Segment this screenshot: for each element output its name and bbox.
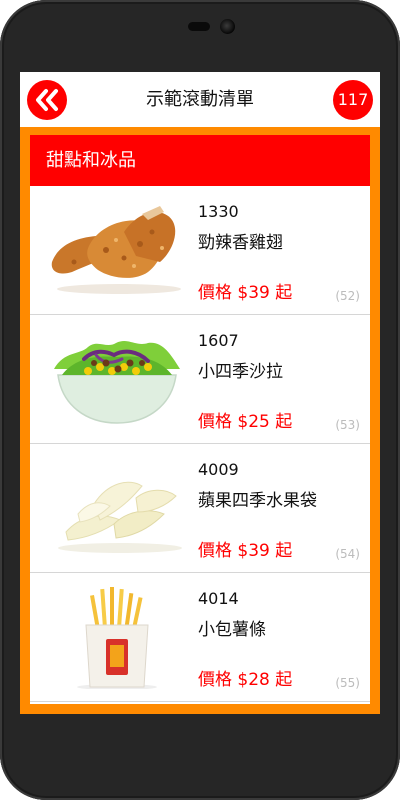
fried-chicken-wings-icon	[51, 206, 181, 294]
menu-list[interactable]: 1330 勁辣香雞翅 價格 $39 起 (52) 1607 小四季沙拉 價格 $…	[30, 186, 370, 704]
item-count-badge: 117	[333, 80, 373, 120]
item-price: 價格 $25 起	[198, 412, 293, 432]
item-price: 價格 $39 起	[198, 283, 293, 303]
item-name: 勁辣香雞翅	[198, 233, 283, 253]
list-item[interactable]: 1607 小四季沙拉 價格 $25 起 (53)	[30, 315, 370, 444]
item-index: (55)	[335, 676, 360, 690]
list-item[interactable]: 4014 小包薯條 價格 $28 起 (55)	[30, 573, 370, 702]
item-code: 1607	[198, 331, 239, 350]
app-screen: 示範滾動清單 117 甜點和冰品 1330 勁辣香雞翅 價格 $39 起 (52…	[20, 72, 380, 714]
item-name: 蘋果四季水果袋	[198, 491, 317, 511]
item-price: 價格 $28 起	[198, 670, 293, 690]
double-chevron-left-icon	[36, 89, 58, 111]
item-index: (52)	[335, 289, 360, 303]
salad-bowl-icon	[54, 341, 180, 424]
item-code: 1330	[198, 202, 239, 221]
speaker-grille	[188, 22, 210, 31]
item-name: 小四季沙拉	[198, 362, 283, 382]
list-item[interactable]: 1330 勁辣香雞翅 價格 $39 起 (52)	[30, 186, 370, 315]
apple-slices-icon	[58, 481, 182, 553]
item-index: (54)	[335, 547, 360, 561]
item-name: 小包薯條	[198, 620, 266, 640]
back-button[interactable]	[27, 80, 67, 120]
page-title: 示範滾動清單	[146, 89, 254, 110]
item-code: 4009	[198, 460, 239, 479]
item-index: (53)	[335, 418, 360, 432]
phone-frame: 示範滾動清單 117 甜點和冰品 1330 勁辣香雞翅 價格 $39 起 (52…	[0, 0, 400, 800]
item-code: 4014	[198, 589, 239, 608]
section-header: 甜點和冰品	[30, 135, 370, 186]
front-camera	[220, 19, 235, 34]
list-item[interactable]: 4009 蘋果四季水果袋 價格 $39 起 (54)	[30, 444, 370, 573]
top-bar: 示範滾動清單 117	[20, 72, 380, 127]
item-price: 價格 $39 起	[198, 541, 293, 561]
french-fries-icon	[77, 587, 157, 689]
